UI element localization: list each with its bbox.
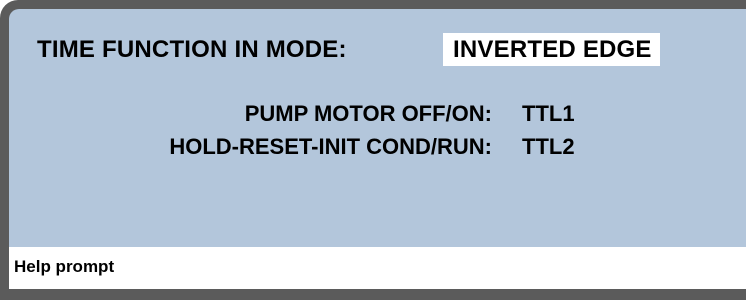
display-screen: TIME FUNCTION IN MODE: INVERTED EDGE PUM… — [9, 9, 746, 289]
pump-motor-label: PUMP MOTOR OFF/ON: — [244, 101, 492, 126]
time-function-mode-value[interactable]: INVERTED EDGE — [443, 33, 660, 66]
hold-reset-init-value[interactable]: TTL2 — [522, 134, 575, 160]
help-prompt-bar: Help prompt — [9, 247, 746, 289]
pump-motor-value[interactable]: TTL1 — [522, 101, 575, 127]
time-function-mode-label: TIME FUNCTION IN MODE: — [37, 36, 347, 63]
help-prompt-text: Help prompt — [14, 257, 115, 276]
hold-reset-init-label: HOLD-RESET-INIT COND/RUN: — [169, 134, 492, 159]
